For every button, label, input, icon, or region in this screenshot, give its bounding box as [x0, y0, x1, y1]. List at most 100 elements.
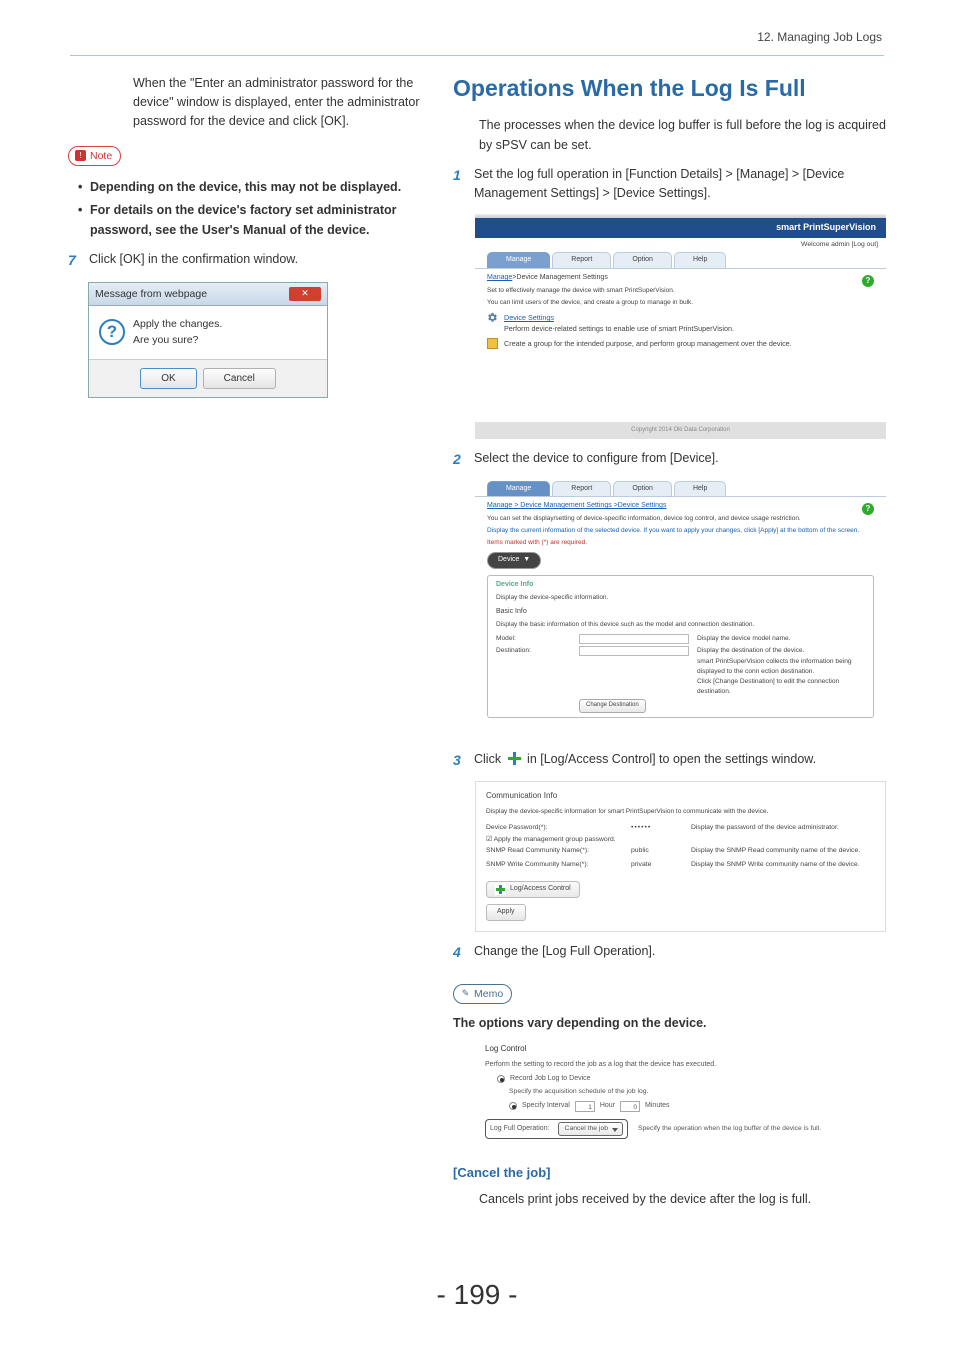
apply-button[interactable]: Apply	[486, 904, 526, 921]
comm-info-sub: Display the device-specific information …	[486, 807, 875, 817]
brand-bar: smart PrintSuperVision	[475, 218, 886, 238]
breadcrumb: Manage>Device Management Settings	[487, 273, 874, 284]
log-access-control-expand[interactable]: Log/Access Control	[486, 881, 580, 898]
screenshot-4: Log Control Perform the setting to recor…	[475, 1037, 886, 1145]
footer-copyright: Copyright 2014 Oki Data Corporation	[475, 422, 886, 439]
page-number: - 199 -	[0, 1273, 954, 1316]
step-3: 3 Click in [Log/Access Control] to open …	[453, 750, 886, 772]
change-destination-button[interactable]: Change Destination	[579, 699, 646, 712]
step-2-number: 2	[453, 449, 474, 471]
step-2: 2 Select the device to configure from [D…	[453, 449, 886, 471]
header-divider	[70, 55, 884, 56]
tab-report-2[interactable]: Report	[552, 481, 611, 497]
device-info-hdr: Device Info	[496, 580, 865, 591]
cancel-job-text: Cancels print jobs received by the devic…	[453, 1190, 886, 1209]
section-intro: The processes when the device log buffer…	[453, 116, 886, 155]
tab-help-2[interactable]: Help	[674, 481, 726, 497]
step-7-text: Click [OK] in the confirmation window.	[89, 250, 423, 269]
device-info-box: Device Info Display the device-specific …	[487, 575, 874, 717]
device-settings-desc: Perform device-related settings to enabl…	[504, 323, 734, 334]
ok-button[interactable]: OK	[140, 368, 196, 390]
step-4: 4 Change the [Log Full Operation].	[453, 942, 886, 964]
pwd-label: Device Password(*):	[486, 823, 631, 834]
dialog-line-2: Are you sure?	[133, 332, 222, 348]
step-1: 1 Set the log full operation in [Functio…	[453, 165, 886, 204]
step-4-number: 4	[453, 942, 474, 964]
screenshot-2: Manage Report Option Help ? Manage > Dev…	[475, 481, 886, 740]
tab-manage[interactable]: Manage	[487, 252, 550, 268]
dest-desc3: Click [Change Destination] to edit the c…	[697, 677, 865, 697]
hour-input[interactable]: 1	[575, 1101, 595, 1112]
gear-icon	[487, 312, 498, 323]
dialog-line-1: Apply the changes.	[133, 316, 222, 332]
apply-group-checkbox[interactable]: ☑	[486, 836, 494, 843]
group-desc: Create a group for the intended purpose,…	[504, 338, 792, 349]
tab-option-2[interactable]: Option	[613, 481, 672, 497]
cancel-job-heading: [Cancel the job]	[453, 1163, 886, 1183]
note-icon: !	[75, 150, 86, 161]
dest-desc1: Display the destination of the device.	[697, 646, 865, 656]
step-2-text: Select the device to configure from [Dev…	[474, 449, 886, 468]
page-header: 12. Managing Job Logs	[0, 0, 954, 53]
device-selector[interactable]: Device ▼	[487, 552, 541, 569]
model-desc: Display the device model name.	[697, 634, 865, 644]
dest-field[interactable]	[579, 646, 689, 656]
bullet-1: •Depending on the device, this may not b…	[78, 178, 423, 197]
radio-interval[interactable]	[509, 1102, 517, 1110]
dialog-title-text: Message from webpage	[95, 286, 207, 302]
tab-manage-2[interactable]: Manage	[487, 481, 550, 497]
log-control-hdr: Log Control	[485, 1043, 876, 1055]
tab-bar-2: Manage Report Option Help	[475, 481, 886, 497]
comm-info-hdr: Communication Info	[486, 790, 875, 802]
confirm-dialog: Message from webpage ✕ ? Apply the chang…	[88, 282, 328, 398]
tab-report[interactable]: Report	[552, 252, 611, 268]
device-info-sub1: Display the device-specific information.	[496, 593, 865, 603]
device-settings-link[interactable]: Device Settings	[504, 312, 734, 323]
model-label: Model:	[496, 634, 571, 644]
hour-label: Hour	[600, 1101, 615, 1112]
cancel-button[interactable]: Cancel	[203, 368, 276, 390]
snmp-write-desc: Display the SNMP Write community name of…	[691, 860, 875, 871]
note-label: Note	[90, 148, 112, 164]
sub-2: You can limit users of the device, and c…	[487, 298, 874, 308]
step-3-number: 3	[453, 750, 474, 772]
snmp-write-label: SNMP Write Community Name(*):	[486, 860, 631, 871]
pencil-icon: ✎	[460, 988, 471, 999]
note-bullets: •Depending on the device, this may not b…	[68, 178, 423, 240]
step-1-number: 1	[453, 165, 474, 187]
close-icon[interactable]: ✕	[289, 287, 321, 301]
group-icon	[487, 338, 498, 349]
screenshot-3: Communication Info Display the device-sp…	[475, 781, 886, 932]
basic-info-sub: Display the basic information of this de…	[496, 620, 865, 630]
lfo-desc: Specify the operation when the log buffe…	[638, 1125, 821, 1132]
right-column: Operations When the Log Is Full The proc…	[453, 74, 886, 1209]
dest-label: Destination:	[496, 646, 571, 697]
snmp-read-label: SNMP Read Community Name(*):	[486, 846, 631, 857]
step-7-number: 7	[68, 250, 89, 272]
tab-help[interactable]: Help	[674, 252, 726, 268]
model-field[interactable]	[579, 634, 689, 644]
schedule-label: Specify the acquisition schedule of the …	[509, 1087, 876, 1098]
left-intro: When the "Enter an administrator passwor…	[68, 74, 423, 132]
pwd-desc: Display the password of the device admin…	[691, 823, 875, 834]
step-1-text: Set the log full operation in [Function …	[474, 165, 886, 204]
line2: Display the current information of the s…	[487, 526, 874, 536]
dialog-titlebar: Message from webpage ✕	[89, 283, 327, 306]
sub-1: Set to effectively manage the device wit…	[487, 286, 874, 296]
interval-label: Specify Interval	[522, 1101, 570, 1112]
line1: You can set the display/setting of devic…	[487, 514, 874, 524]
memo-pill: ✎ Memo	[453, 984, 512, 1004]
tab-option[interactable]: Option	[613, 252, 672, 268]
log-control-sub: Perform the setting to record the job as…	[485, 1060, 876, 1071]
snmp-read-desc: Display the SNMP Read community name of …	[691, 846, 875, 857]
lfo-select[interactable]: Cancel the job	[558, 1122, 623, 1137]
bullet-2: •For details on the device's factory set…	[78, 201, 423, 240]
memo-label: Memo	[474, 986, 503, 1002]
radio-record[interactable]	[497, 1075, 505, 1083]
screenshot-1: smart PrintSuperVision Welcome admin [Lo…	[475, 214, 886, 439]
step-7: 7 Click [OK] in the confirmation window.	[68, 250, 423, 272]
minute-input[interactable]: 0	[620, 1101, 640, 1112]
note-pill: ! Note	[68, 146, 121, 166]
memo-text: The options vary depending on the device…	[453, 1014, 886, 1033]
two-column-layout: When the "Enter an administrator passwor…	[0, 74, 954, 1209]
